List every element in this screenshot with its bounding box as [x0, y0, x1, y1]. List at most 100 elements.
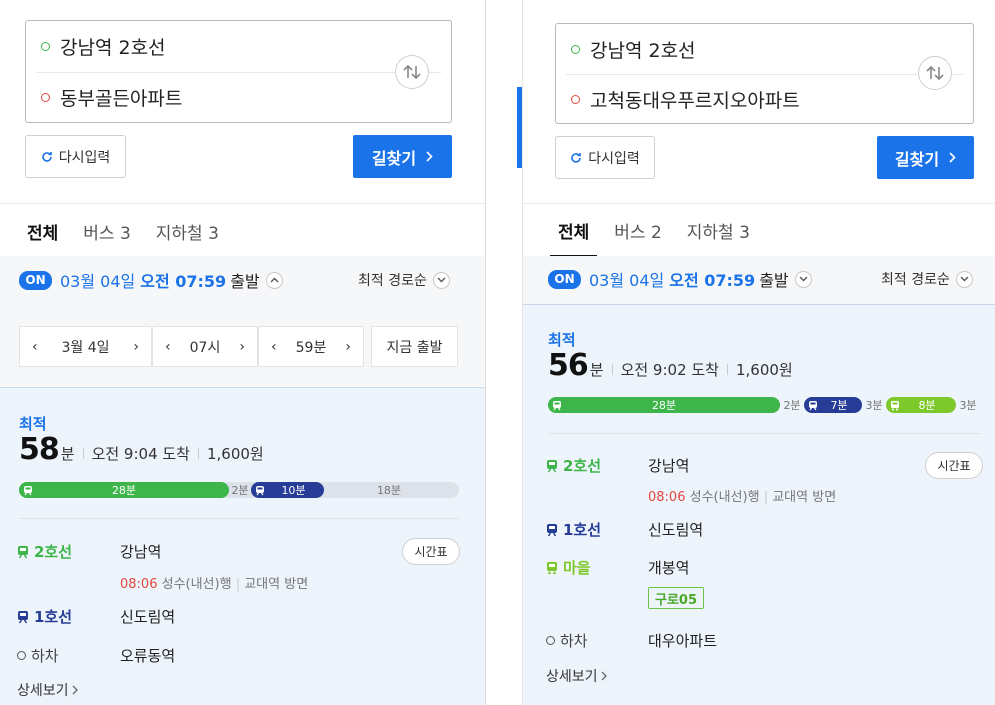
reset-label: 다시입력: [58, 149, 111, 166]
origin-field[interactable]: 강남역 2호선: [26, 21, 451, 71]
subway-icon: [252, 482, 268, 498]
on-toggle[interactable]: ON: [19, 270, 52, 290]
chevron-down-icon: [799, 276, 808, 282]
departure-clock: 오전 07:59: [140, 272, 227, 291]
origin-dot-icon: [571, 44, 580, 54]
tab-subway[interactable]: 지하철 3: [156, 205, 219, 257]
origin-dot-icon: [41, 41, 50, 51]
sort-toggle[interactable]: [955, 270, 973, 288]
segment-walk: 3분: [865, 399, 883, 412]
subway-icon: [18, 610, 28, 623]
hour-picker[interactable]: ‹ 07시 ›: [152, 326, 258, 367]
swap-button[interactable]: [918, 56, 952, 90]
subway-icon: [547, 523, 557, 536]
chevron-down-icon: [437, 277, 446, 283]
step-detail: 08:06 성수(내선)행 | 교대역 방면: [648, 490, 837, 505]
bus-icon: [887, 397, 903, 413]
best-route-badge: 최적: [19, 415, 47, 433]
tab-all[interactable]: 전체: [549, 204, 598, 257]
minutes-unit: 분: [60, 445, 75, 463]
hour-next-icon[interactable]: ›: [239, 339, 245, 355]
departure-suffix: 출발: [230, 272, 260, 291]
minute-next-icon[interactable]: ›: [345, 339, 351, 355]
segment-walk: 3분: [959, 399, 977, 412]
subway-icon: [18, 545, 28, 558]
origin-field[interactable]: 강남역 2호선: [556, 24, 973, 74]
segment-line2: 28분: [548, 397, 780, 413]
details-link[interactable]: 상세보기: [546, 666, 607, 686]
bus-icon: [547, 561, 557, 574]
route-card[interactable]: 최적 58 분 오전 9:04 도착 1,600원 28분 2분 10분 18분…: [0, 387, 485, 705]
section-divider: [0, 203, 485, 204]
origin-text: 강남역 2호선: [60, 36, 166, 59]
subway-icon: [549, 397, 565, 413]
swap-arrows-icon: [403, 64, 421, 80]
reset-button[interactable]: 다시입력: [555, 136, 655, 179]
find-route-button[interactable]: 길찾기: [877, 136, 974, 179]
segment-line1: 10분: [251, 482, 324, 498]
expand-button[interactable]: [794, 270, 812, 288]
sort-dropdown[interactable]: 최적 경로순: [358, 270, 450, 290]
right-route-panel: 강남역 2호선 고척동대우푸르지오아파트 다시입력 길찾기 전체 버스 2 지하…: [522, 0, 995, 705]
step-station: 신도림역: [120, 608, 176, 626]
day-prev-icon[interactable]: ‹: [32, 339, 38, 355]
tab-all[interactable]: 전체: [18, 205, 67, 258]
depart-now-button[interactable]: 지금 출발: [371, 326, 458, 367]
minute-picker[interactable]: ‹ 59분 ›: [258, 326, 364, 367]
swap-button[interactable]: [395, 55, 429, 89]
minute-prev-icon[interactable]: ‹: [271, 339, 277, 355]
origin-text: 강남역 2호선: [590, 39, 696, 62]
tab-bus[interactable]: 버스 2: [614, 204, 662, 256]
on-toggle[interactable]: ON: [548, 269, 581, 289]
sort-dropdown[interactable]: 최적 경로순: [881, 269, 973, 289]
departure-time: ON 03월 04일 오전 07:59 출발: [548, 267, 812, 291]
route-summary: 56 분 오전 9:02 도착 1,600원: [548, 348, 793, 383]
timetable-button[interactable]: 시간표: [925, 452, 983, 479]
destination-field[interactable]: 동부골든아파트: [26, 72, 451, 122]
step-getoff: 하차: [17, 645, 59, 666]
step-line1: 1호선: [17, 606, 72, 627]
arrival-time: 오전 9:02 도착: [620, 361, 719, 379]
total-minutes: 56: [548, 348, 589, 383]
reset-button[interactable]: 다시입력: [25, 135, 126, 178]
departure-suffix: 출발: [759, 271, 789, 290]
find-route-button[interactable]: 길찾기: [353, 135, 452, 178]
details-link[interactable]: 상세보기: [17, 680, 78, 700]
step-village-bus: 마을: [546, 557, 591, 578]
collapse-button[interactable]: [265, 271, 283, 289]
departure-time: ON 03월 04일 오전 07:59 출발: [19, 268, 283, 292]
segment-label: 7분: [830, 399, 848, 412]
route-card[interactable]: 최적 56 분 오전 9:02 도착 1,600원 28분 2분 7분 3분 8…: [523, 304, 995, 705]
chevron-down-icon: [960, 276, 969, 282]
swap-arrows-icon: [926, 65, 944, 81]
step-station: 오류동역: [120, 647, 176, 665]
chevron-right-icon: [426, 151, 433, 162]
step-line2: 2호선: [546, 455, 601, 476]
tab-subway[interactable]: 지하철 3: [687, 204, 750, 256]
search-box: 강남역 2호선 고척동대우푸르지오아파트: [555, 23, 974, 124]
minute-value: 59분: [295, 339, 327, 356]
search-box: 강남역 2호선 동부골든아파트: [25, 20, 452, 123]
find-route-label: 길찾기: [894, 149, 940, 169]
subway-icon: [547, 459, 557, 472]
route-type-tabs: 전체 버스 2 지하철 3: [523, 204, 995, 257]
destination-dot-icon: [41, 92, 50, 102]
fare: 1,600원: [735, 361, 793, 379]
departure-settings: ON 03월 04일 오전 07:59 출발 최적 경로순: [523, 256, 995, 304]
hour-value: 07시: [189, 339, 221, 356]
step-station: 대우아파트: [648, 632, 718, 650]
bus-number-badge[interactable]: 구로05: [648, 587, 704, 609]
sort-toggle[interactable]: [432, 271, 450, 289]
day-picker[interactable]: ‹ 3월 4일 ›: [19, 326, 152, 367]
day-value: 3월 4일: [61, 339, 110, 356]
refresh-icon: [41, 151, 52, 162]
day-next-icon[interactable]: ›: [133, 339, 139, 355]
chevron-right-icon: [949, 152, 956, 163]
route-timeline-bar: 28분 2분 7분 3분 8분 3분: [548, 397, 981, 413]
tab-bus[interactable]: 버스 3: [83, 205, 131, 257]
timetable-button[interactable]: 시간표: [402, 538, 460, 565]
destination-field[interactable]: 고척동대우푸르지오아파트: [556, 74, 973, 124]
subway-icon: [20, 482, 36, 498]
fare: 1,600원: [206, 445, 264, 463]
hour-prev-icon[interactable]: ‹: [165, 339, 171, 355]
